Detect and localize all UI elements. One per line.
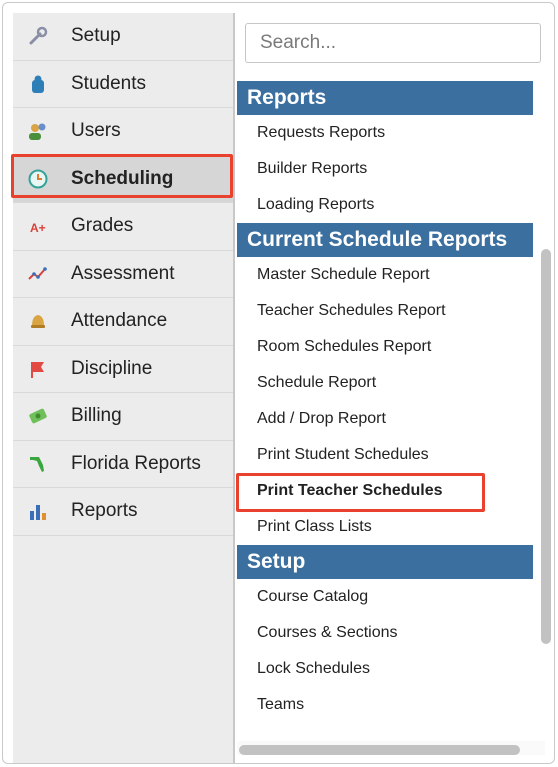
sidebar-item-assessment[interactable]: Assessment (13, 251, 233, 298)
sidebar-item-label: Assessment (71, 262, 175, 284)
sidebar-item-reports[interactable]: Reports (13, 488, 233, 536)
menu-item-master-schedule-report[interactable]: Master Schedule Report (237, 257, 533, 293)
navigation-window: Setup Students Users Scheduling A+ Grade… (2, 2, 555, 764)
menu-item-schedule-report[interactable]: Schedule Report (237, 365, 533, 401)
assessment-icon (27, 263, 49, 285)
sidebar-item-billing[interactable]: Billing (13, 393, 233, 441)
sidebar-item-grades[interactable]: A+ Grades (13, 203, 233, 251)
menu-item-print-student-schedules[interactable]: Print Student Schedules (237, 437, 533, 473)
menu-item-course-catalog[interactable]: Course Catalog (237, 579, 533, 615)
submenu-panel: Reports Requests Reports Builder Reports… (237, 13, 545, 763)
florida-icon (27, 453, 49, 475)
sidebar-item-label: Billing (71, 405, 122, 427)
grades-icon: A+ (27, 215, 49, 237)
menu-item-add-drop-report[interactable]: Add / Drop Report (237, 401, 533, 437)
sidebar-item-label: Users (71, 120, 121, 142)
sidebar-item-label: Discipline (71, 357, 153, 379)
menu-item-teacher-schedules-report[interactable]: Teacher Schedules Report (237, 293, 533, 329)
bell-icon (27, 310, 49, 332)
sidebar-item-students[interactable]: Students (13, 61, 233, 108)
menu-item-room-schedules-report[interactable]: Room Schedules Report (237, 329, 533, 365)
sidebar-item-attendance[interactable]: Attendance (13, 298, 233, 346)
sidebar-item-label: Florida Reports (71, 452, 201, 474)
submenu-list: Reports Requests Reports Builder Reports… (237, 81, 533, 723)
sidebar-item-users[interactable]: Users (13, 108, 233, 156)
sidebar-item-discipline[interactable]: Discipline (13, 346, 233, 393)
sidebar-item-florida-reports[interactable]: Florida Reports (13, 441, 233, 488)
bar-chart-icon (27, 500, 49, 522)
sidebar-item-scheduling[interactable]: Scheduling (13, 155, 233, 203)
sidebar-item-label: Scheduling (71, 167, 174, 189)
menu-item-requests-reports[interactable]: Requests Reports (237, 115, 533, 151)
sidebar-item-label: Attendance (71, 310, 168, 332)
clock-icon (27, 168, 49, 190)
sidebar-item-label: Students (71, 72, 146, 94)
menu-item-courses-sections[interactable]: Courses & Sections (237, 615, 533, 651)
menu-item-loading-reports[interactable]: Loading Reports (237, 187, 533, 223)
sidebar-item-label: Grades (71, 215, 134, 237)
vertical-scrollbar-thumb[interactable] (541, 249, 551, 644)
flag-icon (27, 358, 49, 380)
section-header-current-schedule-reports: Current Schedule Reports (237, 223, 533, 257)
section-header-setup: Setup (237, 545, 533, 579)
horizontal-scrollbar-thumb[interactable] (239, 745, 520, 755)
menu-item-print-class-lists[interactable]: Print Class Lists (237, 509, 533, 545)
menu-item-print-teacher-schedules[interactable]: Print Teacher Schedules (237, 473, 533, 509)
svg-text:A+: A+ (30, 221, 46, 235)
menu-item-teams[interactable]: Teams (237, 687, 533, 723)
sidebar-item-setup[interactable]: Setup (13, 13, 233, 61)
menu-item-lock-schedules[interactable]: Lock Schedules (237, 651, 533, 687)
sidebar: Setup Students Users Scheduling A+ Grade… (13, 13, 235, 763)
sidebar-item-label: Reports (71, 500, 138, 522)
student-icon (27, 73, 49, 95)
money-icon (27, 405, 49, 427)
section-header-reports: Reports (237, 81, 533, 115)
sidebar-item-label: Setup (71, 25, 121, 47)
wrench-icon (27, 25, 49, 47)
search-input[interactable] (245, 23, 541, 63)
menu-item-builder-reports[interactable]: Builder Reports (237, 151, 533, 187)
users-icon (27, 120, 49, 142)
